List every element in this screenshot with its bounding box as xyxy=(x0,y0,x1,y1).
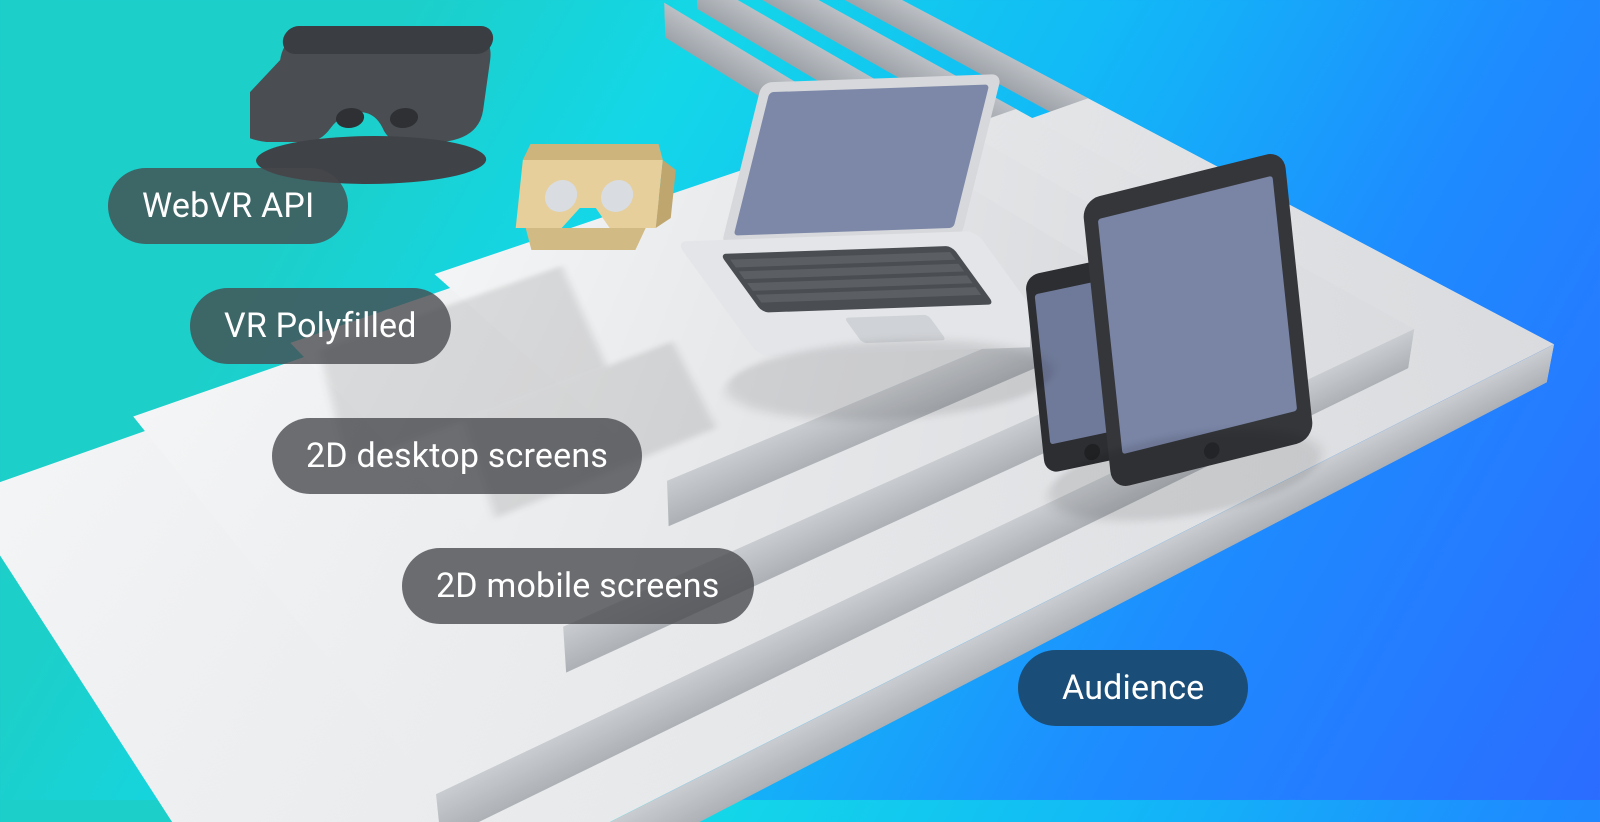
tier-label-2d-desktop: 2D desktop screens xyxy=(272,418,642,494)
tier-label-2d-mobile: 2D mobile screens xyxy=(402,548,754,624)
cardboard-vr-icon xyxy=(506,130,686,280)
tier-label-vr-polyfilled: VR Polyfilled xyxy=(190,288,451,364)
audience-label: Audience xyxy=(1018,650,1248,726)
tier-label-webvr-api: WebVR API xyxy=(108,168,348,244)
